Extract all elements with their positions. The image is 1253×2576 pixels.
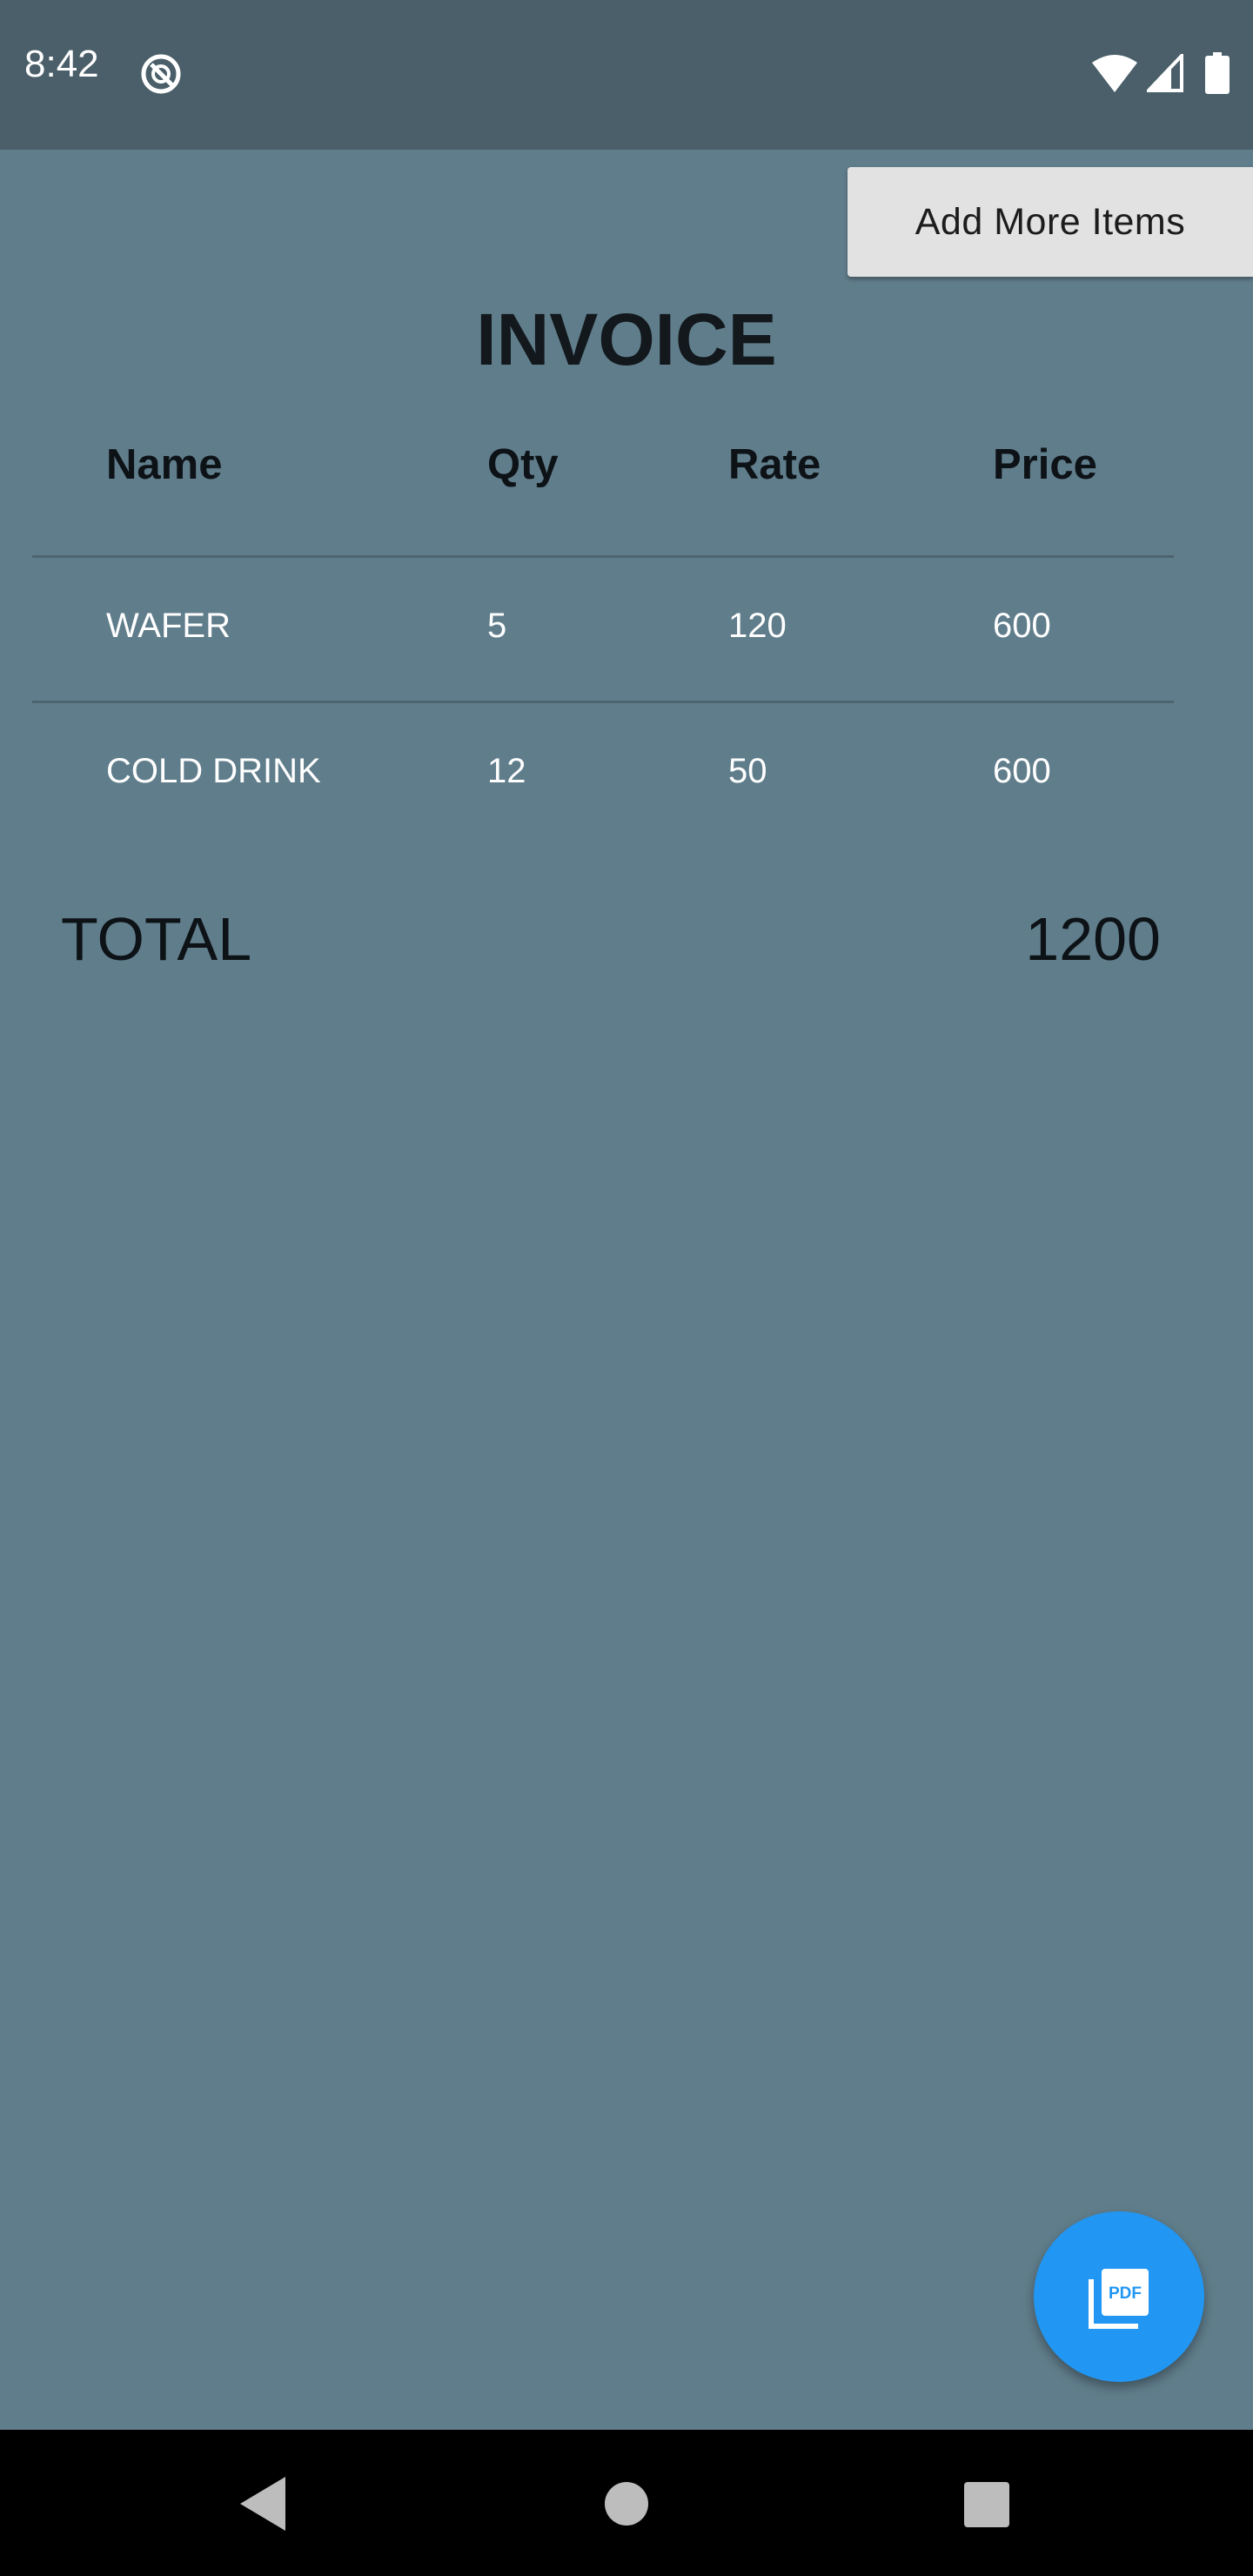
export-pdf-button[interactable]: PDF [1034,2211,1204,2382]
item-price: 600 [993,752,1051,790]
column-header-qty: Qty [487,441,559,488]
item-name: WAFER [106,607,231,645]
svg-text:PDF: PDF [1109,2284,1142,2303]
item-rate: 50 [728,752,767,790]
total-value: 1200 [1025,905,1161,973]
back-icon[interactable] [237,2473,289,2534]
recents-icon[interactable] [964,2482,1009,2527]
item-qty: 12 [487,752,526,790]
table-row[interactable]: COLD DRINK 12 50 600 [32,703,1174,846]
item-qty: 5 [487,607,507,645]
invoice-title: INVOICE [476,299,777,380]
add-more-items-button[interactable]: Add More Items [848,167,1253,277]
invoice-screen: 8:42 Add More Items INVOICE Name Qty Rat… [0,0,1253,2576]
wifi-icon [1092,55,1137,92]
status-time: 8:42 [24,43,99,85]
column-header-price: Price [993,441,1097,488]
battery-icon [1205,52,1230,94]
total-label: TOTAL [61,905,252,973]
column-header-name: Name [106,441,223,488]
table-header-row: Name Qty Rate Price [32,409,1174,558]
pdf-icon: PDF [1089,2269,1149,2329]
status-bar: 8:42 [0,0,1253,150]
app-notification-icon [141,54,181,94]
cell-signal-icon [1147,54,1183,92]
item-rate: 120 [728,607,787,645]
table-row[interactable]: WAFER 5 120 600 [32,558,1174,703]
item-name: COLD DRINK [106,752,321,790]
home-icon[interactable] [605,2482,648,2526]
invoice-table: Name Qty Rate Price WAFER 5 120 600 COLD… [32,409,1174,846]
item-price: 600 [993,607,1051,645]
navigation-bar [0,2430,1253,2576]
column-header-rate: Rate [728,441,821,488]
